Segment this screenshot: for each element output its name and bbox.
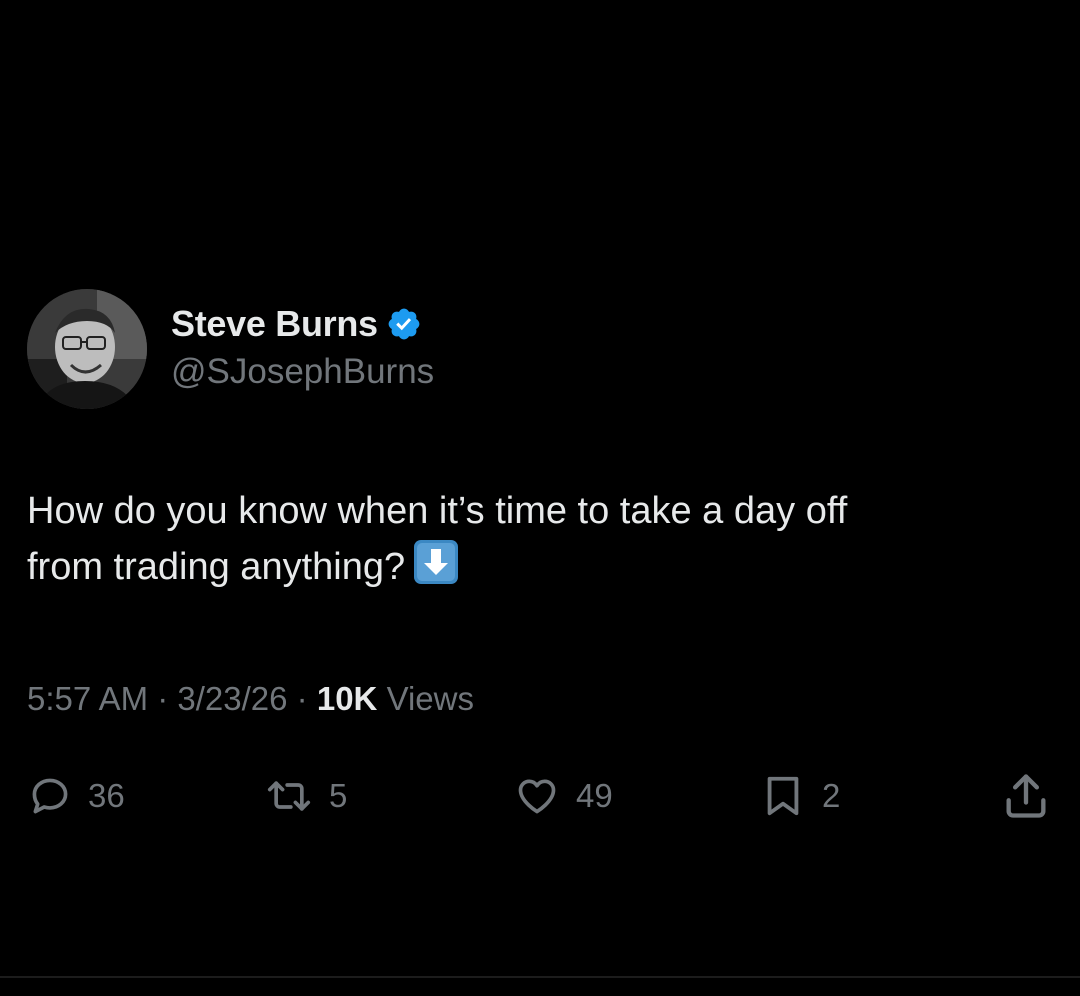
author-name-row[interactable]: Steve Burns xyxy=(171,298,422,350)
reply-count: 36 xyxy=(88,777,125,814)
down-arrow-emoji xyxy=(414,540,459,584)
retweet-button[interactable]: 5 xyxy=(265,770,347,822)
reply-icon xyxy=(32,778,68,814)
action-bar: 36 5 49 2 xyxy=(0,770,1080,822)
views-count: 10K xyxy=(316,680,378,717)
tweet-time[interactable]: 5:57 AM xyxy=(27,680,148,717)
verified-badge-icon xyxy=(388,308,420,340)
like-button[interactable]: 49 xyxy=(514,770,613,822)
bookmark-icon xyxy=(767,776,799,816)
share-icon xyxy=(1006,774,1046,818)
avatar[interactable] xyxy=(27,289,147,409)
reply-button[interactable]: 36 xyxy=(28,770,125,822)
display-name[interactable]: Steve Burns xyxy=(171,303,378,345)
tweet-text-line-1: How do you know when it’s time to take a… xyxy=(27,490,848,532)
divider xyxy=(0,976,1080,978)
author-handle[interactable]: @SJosephBurns xyxy=(171,352,434,392)
views-label: Views xyxy=(386,680,474,717)
share-button[interactable] xyxy=(1000,770,1052,822)
bookmark-count: 2 xyxy=(822,777,841,814)
tweet-text-line-2: from trading anything? xyxy=(27,546,406,588)
retweet-icon xyxy=(267,781,311,811)
tweet-screenshot: Steve Burns @SJosephBurns How do you kno… xyxy=(0,0,1080,996)
meta-separator: · xyxy=(287,680,317,717)
like-count: 49 xyxy=(576,777,613,814)
tweet-text: How do you know when it’s time to take a… xyxy=(27,483,1067,595)
tweet-date[interactable]: 3/23/26 xyxy=(177,680,287,717)
bookmark-button[interactable]: 2 xyxy=(760,770,840,822)
tweet-meta: 5:57 AM · 3/23/26 · 10K Views xyxy=(27,680,474,718)
profile-photo xyxy=(27,289,147,409)
meta-separator: · xyxy=(148,680,178,717)
heart-icon xyxy=(518,779,556,814)
retweet-count: 5 xyxy=(329,777,348,814)
